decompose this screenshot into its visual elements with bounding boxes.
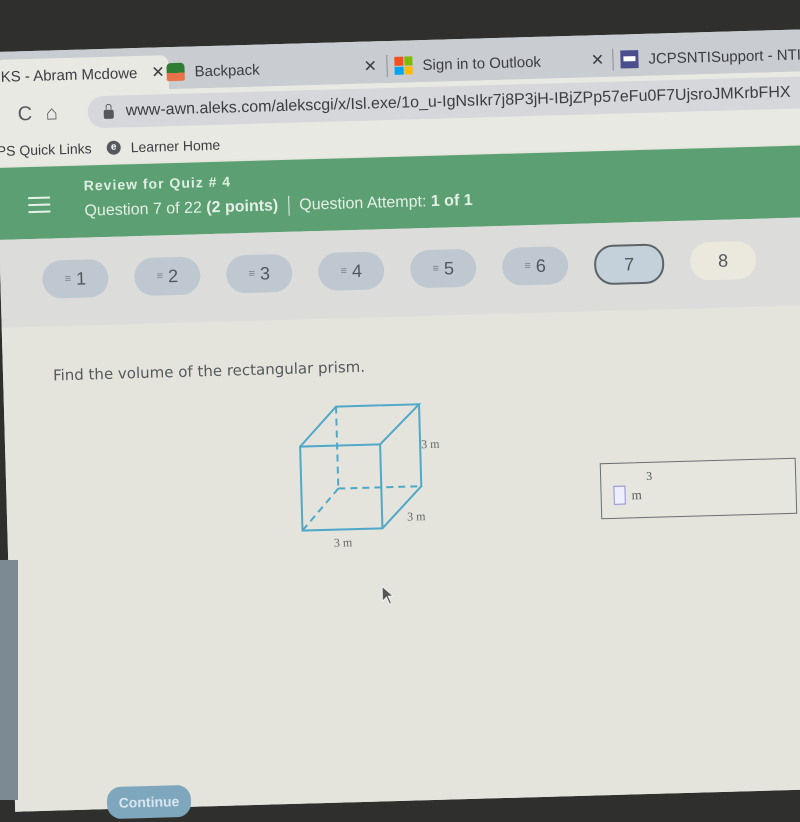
home-icon[interactable]: ⌂ (45, 102, 58, 125)
pill-number: 3 (259, 262, 271, 284)
tab-aleks[interactable]: KS - Abram Mcdowe ✕ (0, 55, 170, 94)
continue-button[interactable]: Continue (106, 784, 192, 820)
tab-label: Backpack (194, 61, 260, 80)
answer-box: m 3 (599, 457, 798, 520)
screen-bezel (0, 560, 18, 800)
tab-jcps[interactable]: JCPSNTISupport - NTI (620, 37, 800, 77)
question-pill-7[interactable]: 7 (593, 243, 665, 286)
height-label: 3 m (421, 437, 440, 452)
edge-icon: e (106, 140, 121, 155)
prism-top-face (299, 403, 422, 448)
attempt-value: 1 of 1 (430, 191, 473, 211)
answered-icon: ≡ (340, 265, 348, 278)
question-prompt: Find the volume of the rectangular prism… (52, 357, 366, 385)
unit-exponent: 3 (645, 468, 653, 483)
pill-number: 4 (351, 260, 363, 281)
tab-divider (612, 48, 614, 71)
quiz-title: Review for Quiz # 4 (83, 173, 232, 194)
tab-divider (386, 55, 388, 78)
mouse-cursor-icon (381, 585, 395, 605)
url-text: www-awn.aleks.com/alekscgi/x/Isl.exe/1o_… (125, 83, 791, 120)
question-pill-1[interactable]: ≡ 1 (41, 258, 109, 299)
pill-number: 7 (623, 253, 635, 274)
pill-number: 6 (535, 255, 547, 276)
question-pill-8[interactable]: 8 (689, 240, 757, 281)
attempt-label: Question Attempt: (299, 193, 432, 214)
question-counter: Question 7 of 22 (84, 199, 207, 220)
microsoft-icon (394, 56, 413, 75)
width-label: 3 m (334, 535, 353, 550)
question-pill-3[interactable]: ≡ 3 (225, 253, 293, 294)
bookmark-label: Learner Home (130, 136, 221, 156)
pill-number: 8 (717, 250, 729, 271)
question-content: Find the volume of the rectangular prism… (1, 304, 800, 820)
divider (287, 195, 290, 216)
lock-icon (103, 109, 114, 119)
menu-icon[interactable] (28, 196, 51, 218)
question-status: Question 7 of 22 (2 points) Question Atte… (84, 191, 473, 222)
close-tab-icon[interactable]: ✕ (363, 56, 377, 76)
volume-input[interactable] (613, 485, 626, 505)
jcps-icon (620, 50, 639, 69)
close-tab-icon[interactable]: ✕ (591, 50, 605, 70)
prism-hidden-edges (301, 406, 422, 532)
question-pill-4[interactable]: ≡ 4 (317, 251, 385, 292)
depth-label: 3 m (407, 509, 426, 524)
bookmark-quick-links[interactable]: PS Quick Links (0, 140, 92, 159)
screen: KS - Abram Mcdowe ✕ Backpack ✕ Sign in t… (0, 28, 800, 820)
question-pill-2[interactable]: ≡ 2 (133, 256, 201, 297)
answered-icon: ≡ (248, 267, 256, 280)
backpack-icon (166, 62, 185, 82)
tab-label: KS - Abram Mcdowe (0, 64, 138, 86)
question-pill-6[interactable]: ≡ 6 (501, 246, 569, 286)
bookmark-learner-home[interactable]: e Learner Home (106, 137, 220, 156)
reload-icon[interactable]: C (17, 103, 32, 126)
pill-number: 1 (75, 268, 87, 289)
close-tab-icon[interactable]: ✕ (151, 62, 165, 82)
pill-number: 2 (167, 265, 179, 286)
question-points: (2 points) (206, 197, 279, 217)
answered-icon: ≡ (64, 272, 72, 286)
pill-number: 5 (443, 257, 455, 279)
bookmark-label: PS Quick Links (0, 140, 92, 159)
question-pill-5[interactable]: ≡ 5 (409, 248, 477, 289)
unit-label: m (631, 487, 642, 503)
answered-icon: ≡ (432, 262, 440, 275)
prism-figure: 3 m 3 m 3 m (299, 403, 440, 550)
tab-label: Sign in to Outlook (422, 53, 542, 74)
tab-label: JCPSNTISupport - NTI (648, 45, 800, 68)
answered-icon: ≡ (156, 270, 164, 283)
answered-icon: ≡ (524, 260, 532, 273)
